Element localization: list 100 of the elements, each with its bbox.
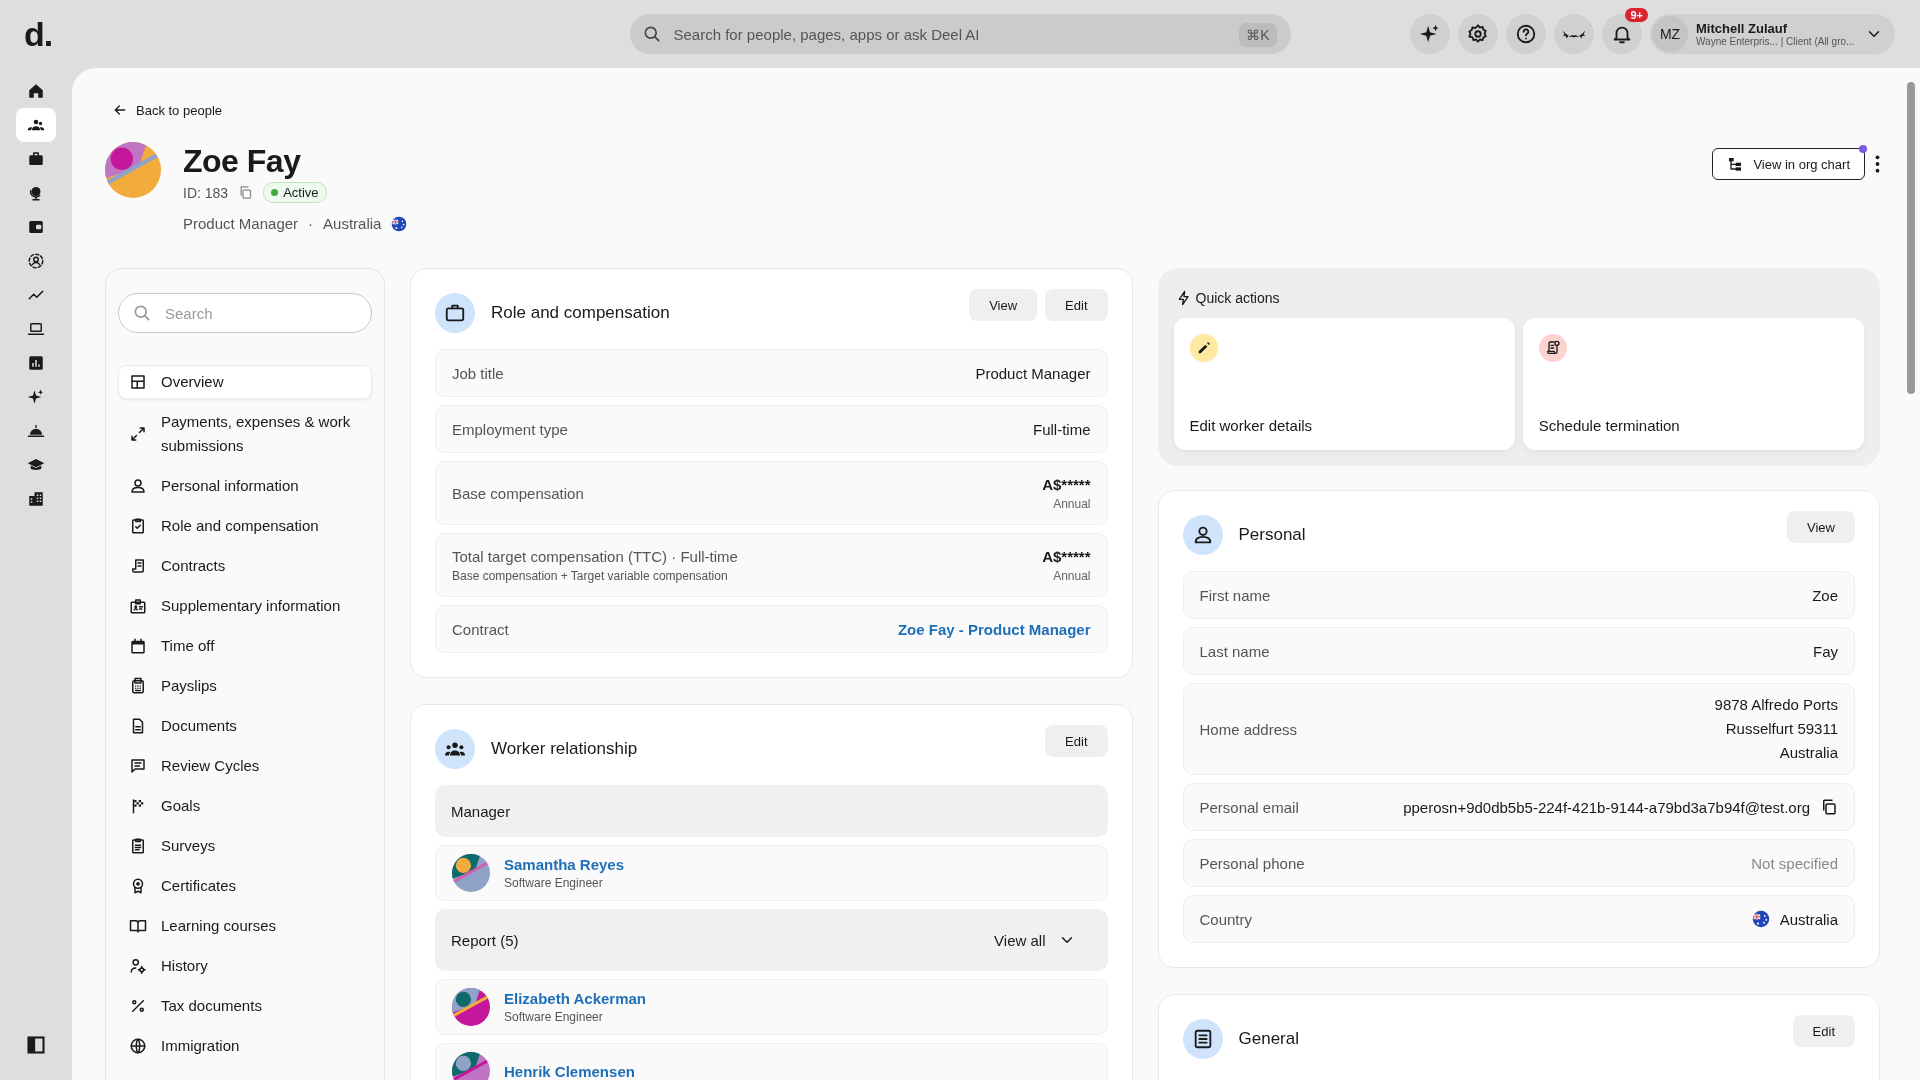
nav-item[interactable]: Learning courses bbox=[118, 909, 372, 943]
quick-action-card[interactable]: Edit worker details bbox=[1173, 318, 1515, 450]
settings-icon bbox=[1467, 23, 1489, 45]
field-label: Country bbox=[1199, 910, 1253, 928]
address-line: 9878 Alfredo Ports bbox=[1714, 695, 1838, 715]
more-icon bbox=[1875, 155, 1880, 173]
nav-item[interactable]: Payslips bbox=[118, 669, 372, 703]
shortcut-hint: ⌘K bbox=[1239, 23, 1277, 47]
arrows-icon bbox=[129, 425, 147, 443]
notification-badge: 9+ bbox=[1625, 8, 1648, 22]
nav-item[interactable]: Review Cycles bbox=[118, 749, 372, 783]
arrow-left-icon bbox=[112, 102, 128, 118]
nav-item[interactable]: Personal information bbox=[118, 469, 372, 503]
action-button[interactable]: View bbox=[969, 289, 1038, 321]
flag-icon bbox=[391, 215, 408, 232]
briefcase-icon bbox=[27, 150, 45, 168]
field-label: Base compensation bbox=[452, 484, 584, 502]
action-button[interactable]: Edit bbox=[1792, 1015, 1855, 1047]
band-title: Manager bbox=[451, 802, 511, 820]
copy-icon bbox=[1820, 798, 1838, 816]
field-label: Employment type bbox=[452, 420, 568, 438]
user-avatar: MZ bbox=[1652, 16, 1688, 52]
laptop-icon bbox=[27, 320, 45, 338]
settings-button[interactable] bbox=[1458, 14, 1498, 54]
logo: d. bbox=[24, 14, 53, 54]
person-role: Software Engineer bbox=[504, 1010, 604, 1024]
person-link[interactable]: Henrik Clemensen bbox=[504, 1062, 635, 1080]
person-role: Software Engineer bbox=[504, 876, 604, 890]
wallet-icon bbox=[27, 218, 45, 236]
person-gear-icon bbox=[129, 957, 147, 975]
person-circle-icon bbox=[27, 252, 45, 270]
calculator-icon bbox=[129, 677, 147, 695]
nav-item[interactable]: Immigration bbox=[118, 1029, 372, 1063]
search-icon bbox=[132, 303, 152, 323]
field-label: Home address bbox=[1199, 720, 1298, 738]
help-icon bbox=[1515, 23, 1537, 45]
sparkle-icon bbox=[27, 388, 45, 406]
section-title: Role and compensation bbox=[491, 303, 671, 323]
field-note: Annual bbox=[1052, 496, 1091, 511]
person-link[interactable]: Samantha Reyes bbox=[504, 856, 625, 873]
field-hint: Base compensation + Target variable compensation bbox=[452, 568, 729, 583]
copy-button[interactable] bbox=[1820, 798, 1838, 816]
field-value: Full-time bbox=[1033, 420, 1091, 438]
contract-link[interactable]: Zoe Fay - Product Manager bbox=[897, 620, 1091, 638]
field-note: Annual bbox=[1052, 568, 1091, 583]
field-value: Fay bbox=[1813, 642, 1838, 660]
view-all-button[interactable]: View all bbox=[994, 931, 1092, 949]
ai-button[interactable] bbox=[1410, 14, 1450, 54]
nav-item[interactable]: Surveys bbox=[118, 829, 372, 863]
action-button[interactable]: Edit bbox=[1045, 725, 1108, 757]
worker-id: ID: 183 bbox=[183, 184, 229, 201]
address-line: Russelfurt 59311 bbox=[1724, 719, 1838, 739]
nav-item[interactable]: Overview bbox=[118, 365, 372, 399]
nav-item[interactable]: Role and compensation bbox=[118, 509, 372, 543]
scroll-icon bbox=[129, 557, 147, 575]
notification-dot bbox=[1859, 145, 1867, 153]
nav-item[interactable]: Documents bbox=[118, 709, 372, 743]
job-title: Product Manager bbox=[183, 215, 299, 232]
country-name: Australia bbox=[323, 215, 382, 232]
field-value: Product Manager bbox=[975, 364, 1091, 382]
org-chart-icon bbox=[1727, 156, 1744, 172]
section-title: Personal bbox=[1238, 525, 1307, 545]
percent-icon bbox=[129, 997, 147, 1015]
search-field[interactable]: Search bbox=[118, 293, 372, 333]
person-icon bbox=[129, 477, 147, 495]
status-badge: Active bbox=[263, 182, 327, 203]
field-value: A$***** bbox=[1042, 547, 1091, 565]
nav-item[interactable]: Goals bbox=[118, 789, 372, 823]
avatar bbox=[452, 1052, 490, 1080]
nav-item[interactable]: History bbox=[118, 949, 372, 983]
nav-item[interactable]: Payments, expenses & work submissions bbox=[118, 405, 372, 463]
chat-icon bbox=[129, 757, 147, 775]
nav-item[interactable]: Certificates bbox=[118, 869, 372, 903]
org-chart-button[interactable]: View in org chart bbox=[1712, 148, 1865, 180]
more-button[interactable] bbox=[1875, 155, 1880, 173]
quick-action-card[interactable]: Schedule termination bbox=[1522, 318, 1864, 450]
nav-item[interactable]: Tax documents bbox=[118, 989, 372, 1023]
action-button[interactable]: View bbox=[1787, 511, 1855, 543]
help-button[interactable] bbox=[1506, 14, 1546, 54]
avatar bbox=[105, 142, 161, 198]
field-value: Australia bbox=[1779, 910, 1838, 928]
account-menu[interactable]: MZ Mitchell Zulauf Wayne Enterpris... | Client (All gro... bbox=[1650, 14, 1895, 54]
panel-icon bbox=[26, 1035, 46, 1055]
field-value: Zoe bbox=[1812, 586, 1838, 604]
back-link[interactable]: Back to people bbox=[112, 102, 222, 118]
avatar bbox=[452, 988, 490, 1026]
clipboard-check-icon bbox=[129, 517, 147, 535]
field-value: A$***** bbox=[1042, 475, 1091, 493]
address-line: Australia bbox=[1778, 743, 1838, 763]
field-label: Total target compensation (TTC) · Full-time bbox=[452, 547, 738, 565]
privacy-button[interactable] bbox=[1554, 14, 1594, 54]
action-button[interactable]: Edit bbox=[1045, 289, 1108, 321]
nav-rail-item[interactable] bbox=[16, 108, 56, 142]
nav-item[interactable]: Time off bbox=[118, 629, 372, 663]
nav-item[interactable]: Supplementary information bbox=[118, 589, 372, 623]
nav-item[interactable]: Contracts bbox=[118, 549, 372, 583]
field-label: Contract bbox=[452, 620, 509, 638]
section-title: General bbox=[1238, 1029, 1300, 1049]
bar-chart-icon bbox=[27, 354, 45, 372]
person-link[interactable]: Elizabeth Ackerman bbox=[504, 990, 646, 1007]
